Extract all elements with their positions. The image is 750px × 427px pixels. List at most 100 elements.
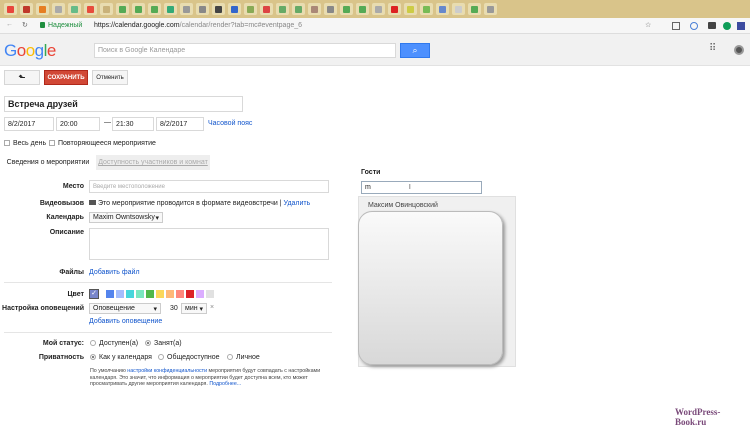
color-palette: ✓ [89,289,216,299]
browser-tab[interactable] [292,3,305,15]
browser-tab[interactable] [36,3,49,15]
browser-tab[interactable] [452,3,465,15]
event-title-input[interactable]: Встреча друзей [4,96,243,112]
browser-tab[interactable] [68,3,81,15]
browser-tab[interactable] [20,3,33,15]
extension-icon[interactable] [672,22,680,30]
privacy-settings-link[interactable]: настройки конфиденциальности [127,368,207,374]
add-file-link[interactable]: Добавить файл [89,269,140,276]
extension-icon[interactable] [708,22,716,29]
color-swatch[interactable] [126,290,134,298]
star-icon[interactable]: ☆ [645,21,651,29]
browser-tab[interactable] [180,3,193,15]
favicon-icon [231,5,238,13]
add-notification-link[interactable]: Добавить оповещение [89,318,162,325]
browser-tab[interactable] [4,3,17,15]
browser-tab[interactable] [100,3,113,15]
browser-tab[interactable] [404,3,417,15]
privacy-private-radio[interactable]: Личное [227,354,260,361]
learn-more-link[interactable]: Подробнее... [209,381,241,387]
start-time-input[interactable]: 20:00 [56,117,100,131]
browser-tab[interactable] [436,3,449,15]
browser-tab[interactable] [324,3,337,15]
radio-icon [158,354,164,361]
extension-icon[interactable] [690,22,698,30]
browser-tab[interactable] [52,3,65,15]
color-swatch[interactable]: ✓ [89,289,99,299]
dropdown-arrow-icon: ▾ [153,305,157,313]
url[interactable]: https://calendar.google.com/calendar/ren… [94,22,302,29]
back-button[interactable]: ⬑ [4,70,40,85]
search-button[interactable]: ⌕ [400,43,430,58]
end-time-input[interactable]: 21:30 [112,117,154,131]
address-bar[interactable]: ← ↻ Надежный https://calendar.google.com… [0,18,750,34]
privacy-default-radio[interactable]: Как у календаря [90,354,152,361]
save-button[interactable]: СОХРАНИТЬ [44,70,88,85]
guests-input[interactable]: mI [361,181,482,194]
end-time-value: 21:30 [116,120,134,128]
browser-tab[interactable] [116,3,129,15]
remove-notification-icon[interactable]: × [210,304,214,311]
color-swatch[interactable] [196,290,204,298]
browser-tab[interactable] [164,3,177,15]
repeat-checkbox[interactable]: Повторяющееся мероприятие [49,140,156,147]
privacy-public-radio[interactable]: Общедоступное [158,354,220,361]
browser-tab[interactable] [468,3,481,15]
place-input[interactable]: Введите местоположение [89,180,329,193]
avatar[interactable] [734,45,744,55]
status-busy-radio[interactable]: Занят(а) [145,340,182,347]
browser-tab[interactable] [484,3,497,15]
timezone-link[interactable]: Часовой пояс [208,120,252,127]
notify-unit-select[interactable]: мин ▾ [181,303,207,314]
color-swatch[interactable] [156,290,164,298]
all-day-label: Весь день [13,140,47,147]
favicon-icon [455,5,462,13]
favicon-icon [135,5,142,13]
cancel-button[interactable]: Отменить [92,70,128,85]
apps-grid-icon[interactable]: ⠿ [709,43,716,54]
browser-tab[interactable] [308,3,321,15]
all-day-checkbox[interactable]: Весь день [4,140,46,147]
color-swatch[interactable] [146,290,154,298]
browser-tab[interactable] [356,3,369,15]
color-swatch[interactable] [186,290,194,298]
back-icon[interactable]: ← [6,21,13,28]
tab-availability[interactable]: Доступность участников и комнат [96,155,210,170]
start-date-input[interactable]: 8/2/2017 [4,117,54,131]
browser-tab[interactable] [276,3,289,15]
browser-tab[interactable] [388,3,401,15]
favicon-icon [23,5,30,13]
browser-tab[interactable] [260,3,273,15]
tab-event-details[interactable]: Сведения о мероприятии [4,155,92,170]
google-logo[interactable]: Google [4,41,56,61]
description-textarea[interactable] [89,228,329,260]
video-remove-link[interactable]: Удалить [284,200,311,207]
color-swatch[interactable] [116,290,124,298]
browser-tab[interactable] [212,3,225,15]
extension-icon[interactable] [723,22,731,30]
browser-tab[interactable] [132,3,145,15]
browser-tab[interactable] [244,3,257,15]
end-date-input[interactable]: 8/2/2017 [156,117,204,131]
url-host: https://calendar.google.com [94,22,180,29]
browser-tab[interactable] [196,3,209,15]
notify-value-input[interactable]: 30 [166,303,180,314]
search-input[interactable]: Поиск в Google Календаре [94,43,396,58]
notify-type-select[interactable]: Оповещение ▾ [89,303,161,314]
browser-tab[interactable] [228,3,241,15]
browser-tab[interactable] [372,3,385,15]
browser-tab[interactable] [420,3,433,15]
color-swatch[interactable] [136,290,144,298]
reload-icon[interactable]: ↻ [22,21,28,29]
color-swatch[interactable] [106,290,114,298]
color-swatch[interactable] [166,290,174,298]
calendar-select[interactable]: Maxim Owntsowsky ▾ [89,212,163,223]
status-available-radio[interactable]: Доступен(а) [90,340,138,347]
browser-tab[interactable] [84,3,97,15]
color-swatch[interactable] [176,290,184,298]
browser-tab[interactable] [148,3,161,15]
radio-label: Занят(а) [154,340,182,347]
extension-icon[interactable] [737,22,745,30]
browser-tab[interactable] [340,3,353,15]
color-swatch[interactable] [206,290,214,298]
